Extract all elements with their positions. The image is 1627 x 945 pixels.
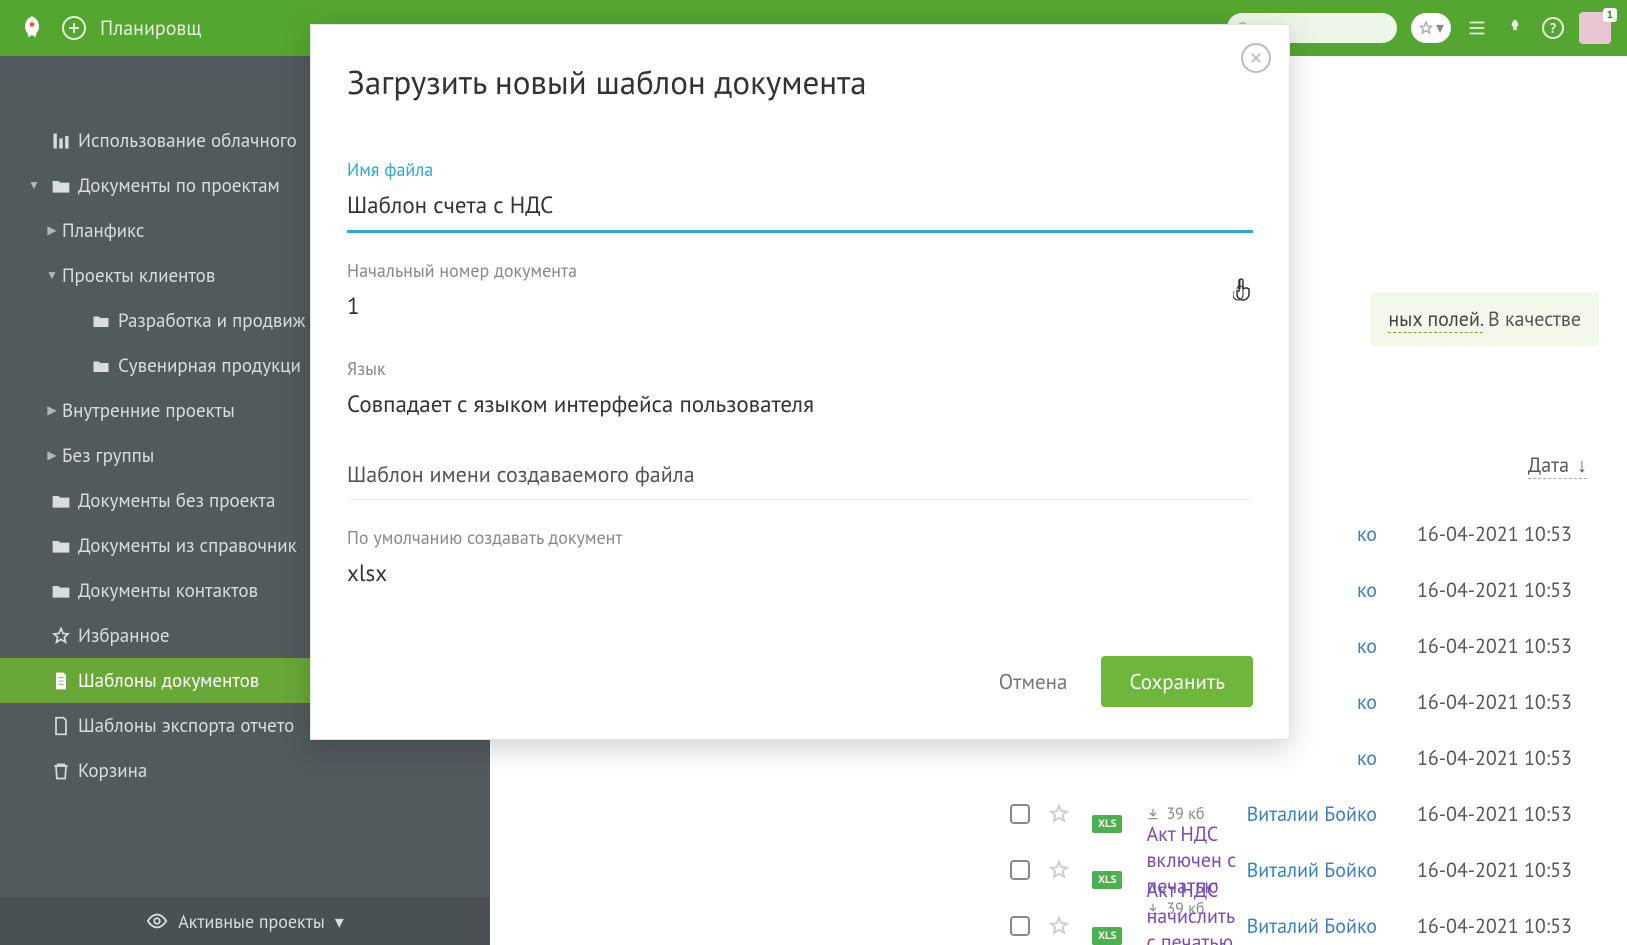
upload-template-modal: Загрузить новый шаблон документа Имя фай… xyxy=(310,24,1290,740)
field-label: Начальный номер документа xyxy=(347,259,1253,282)
close-icon xyxy=(1249,51,1263,65)
field-label: По умолчанию создавать документ xyxy=(347,526,1253,549)
field-label: Имя файла xyxy=(347,158,1253,181)
field-value[interactable]: 1 xyxy=(347,288,1253,331)
field-default-format[interactable]: По умолчанию создавать документ xlsx xyxy=(347,526,1253,598)
field-value[interactable]: Совпадает с языком интерфейса пользовате… xyxy=(347,386,1253,429)
modal-title: Загрузить новый шаблон документа xyxy=(347,61,1253,104)
save-button[interactable]: Сохранить xyxy=(1101,656,1253,707)
field-start-number[interactable]: Начальный номер документа 1 xyxy=(347,259,1253,331)
field-filename[interactable]: Имя файла xyxy=(347,158,1253,233)
field-language[interactable]: Язык Совпадает с языком интерфейса польз… xyxy=(347,357,1253,429)
field-value[interactable]: xlsx xyxy=(347,555,1253,598)
field-name-template[interactable]: Шаблон имени создаваемого файла xyxy=(347,461,1253,500)
field-label: Язык xyxy=(347,357,1253,380)
close-button[interactable] xyxy=(1241,43,1271,73)
cancel-button[interactable]: Отмена xyxy=(991,656,1076,707)
filename-input[interactable] xyxy=(347,191,1253,220)
